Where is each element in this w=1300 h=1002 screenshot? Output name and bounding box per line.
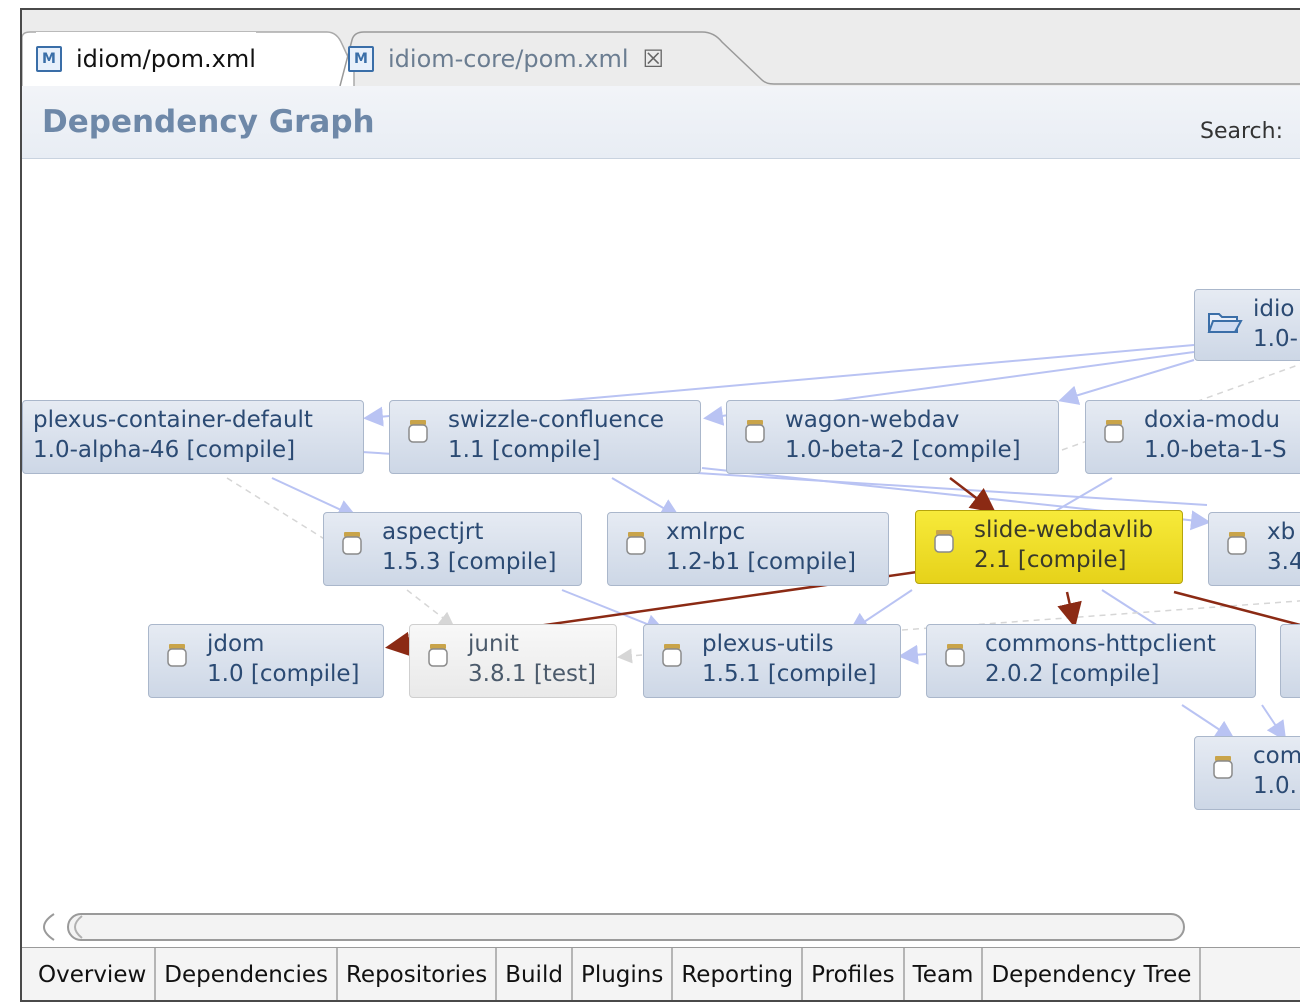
search-label: Search:: [1200, 119, 1283, 144]
tab-profiles[interactable]: Profiles: [803, 948, 905, 1000]
graph-node-idiom[interactable]: idio 1.0-: [1194, 289, 1300, 361]
dashed-edge: [617, 648, 643, 664]
tab-team[interactable]: Team: [905, 948, 984, 1000]
jar-icon: [1213, 756, 1233, 779]
edge: [271, 477, 358, 519]
edge: [1261, 704, 1287, 742]
graph-node-slide-webdavlib[interactable]: slide-webdavlib 2.1 [compile]: [915, 510, 1183, 584]
graph-node-swizzle-confluence[interactable]: swizzle-confluence 1.1 [compile]: [389, 400, 701, 474]
jar-icon: [745, 420, 765, 443]
editor-page-tabs: Overview Dependencies Repositories Build…: [22, 947, 1300, 1000]
scrollbar-thumb[interactable]: [67, 913, 1185, 941]
tab-label: idiom-core/pom.xml: [388, 45, 629, 73]
graph-node-commons[interactable]: com 1.0.: [1194, 736, 1300, 810]
tab-dependency-tree[interactable]: Dependency Tree: [983, 948, 1202, 1000]
edge: [898, 644, 928, 665]
maven-pom-icon: M: [36, 46, 62, 72]
jar-icon: [662, 644, 682, 667]
jar-icon: [1227, 532, 1247, 555]
tab-repositories[interactable]: Repositories: [338, 948, 498, 1000]
graph-node-aspectjrt[interactable]: aspectjrt 1.5.3 [compile]: [323, 512, 582, 586]
pom-editor-window: M idiom/pom.xml M idiom-core/pom.xml ☒ D…: [20, 8, 1300, 1002]
close-icon[interactable]: ☒: [643, 45, 665, 73]
graph-node-junit[interactable]: junit 3.8.1 [test]: [409, 624, 617, 698]
tab-overview[interactable]: Overview: [22, 948, 157, 1000]
jar-icon: [945, 644, 965, 667]
jar-icon: [428, 644, 448, 667]
jar-icon: [167, 644, 187, 667]
jar-icon: [1104, 420, 1124, 443]
editor-tab-bar: M idiom/pom.xml M idiom-core/pom.xml ☒: [22, 10, 1300, 86]
tab-reporting[interactable]: Reporting: [673, 948, 804, 1000]
selected-edge: [1173, 590, 1300, 627]
graph-node-xb[interactable]: xb 3.4: [1208, 512, 1300, 586]
graph-node-xmlrpc[interactable]: xmlrpc 1.2-b1 [compile]: [607, 512, 889, 586]
graph-node-commons-httpclient[interactable]: commons-httpclient 2.0.2 [compile]: [926, 624, 1256, 698]
graph-node-plexus-utils[interactable]: plexus-utils 1.5.1 [compile]: [643, 624, 901, 698]
selected-edge: [949, 477, 996, 514]
graph-header: Dependency Graph Search:: [22, 86, 1300, 159]
dashed-edge: [406, 589, 455, 627]
graph-node-offscreen[interactable]: [1280, 624, 1300, 698]
jar-icon: [342, 532, 362, 555]
tab-idiom-pom[interactable]: M idiom/pom.xml: [36, 32, 256, 86]
edge: [1058, 359, 1195, 405]
jar-icon: [934, 530, 954, 553]
edge: [611, 477, 681, 519]
tab-idiom-core-pom[interactable]: M idiom-core/pom.xml ☒: [348, 32, 664, 86]
jar-icon: [408, 420, 428, 443]
graph-node-plexus-container-default[interactable]: plexus-container-default 1.0-alpha-46 [c…: [22, 400, 364, 474]
tab-dependencies[interactable]: Dependencies: [156, 948, 338, 1000]
page-title: Dependency Graph: [42, 104, 375, 140]
edge: [1181, 704, 1236, 741]
jar-icon: [626, 532, 646, 555]
tab-build[interactable]: Build: [497, 948, 573, 1000]
horizontal-scrollbar[interactable]: [32, 912, 1300, 942]
graph-node-doxia-module[interactable]: doxia-modu 1.0-beta-1-S: [1085, 400, 1300, 474]
graph-node-wagon-webdav[interactable]: wagon-webdav 1.0-beta-2 [compile]: [726, 400, 1059, 474]
dependency-graph-canvas[interactable]: idio 1.0- plexus-container-default 1.0-a…: [22, 160, 1300, 900]
graph-node-jdom[interactable]: jdom 1.0 [compile]: [148, 624, 384, 698]
maven-pom-icon: M: [348, 46, 374, 72]
tab-plugins[interactable]: Plugins: [573, 948, 674, 1000]
folder-open-icon: [1207, 313, 1243, 333]
tab-label: idiom/pom.xml: [76, 45, 256, 73]
